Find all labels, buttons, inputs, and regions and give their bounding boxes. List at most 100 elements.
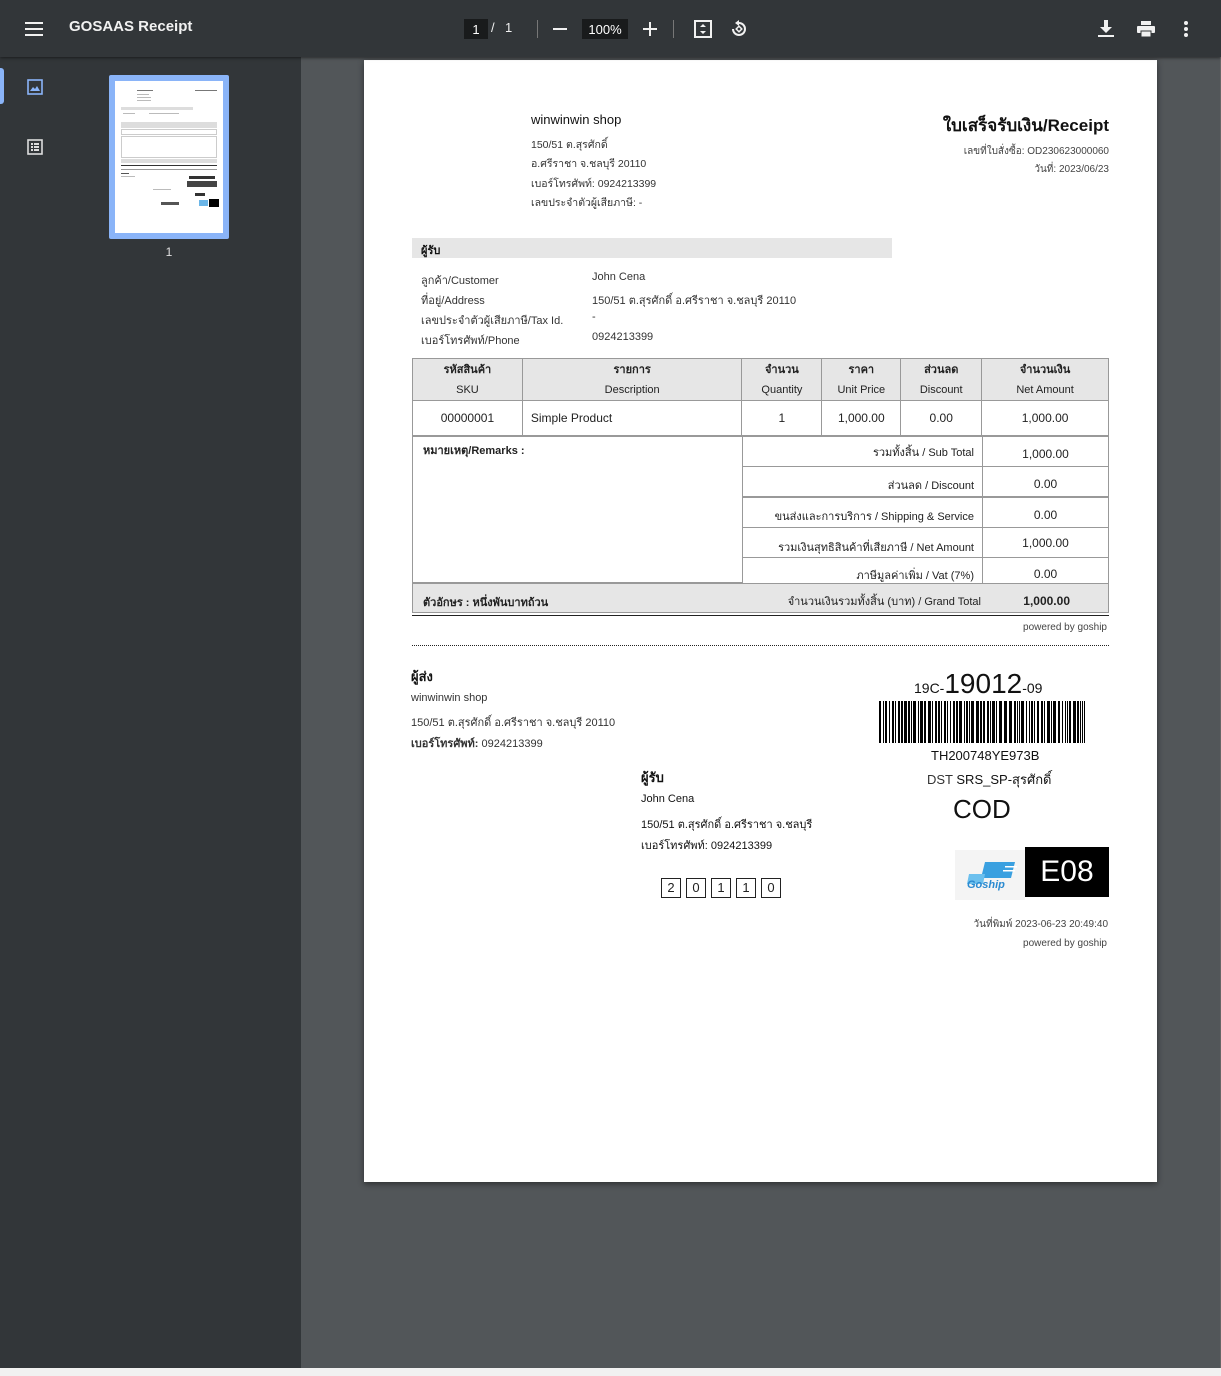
barcode-bar	[1062, 701, 1063, 743]
column-header: จำนวน Quantity	[741, 358, 823, 401]
address-label: ที่อยู่/Address	[421, 295, 485, 307]
recipient-address: 150/51 ต.สุรศักดิ์ อ.ศรีราชา จ.ชลบุรี	[641, 819, 813, 831]
divider	[412, 615, 1109, 616]
barcode-bar	[992, 701, 995, 743]
barcode-bar	[932, 701, 933, 743]
barcode-bar	[956, 701, 958, 743]
barcode-bar	[924, 701, 926, 743]
toolbar-divider	[537, 20, 538, 38]
barcode-bar	[913, 701, 916, 743]
thumbnail-sidebar: 1	[0, 57, 301, 1368]
address-value: 150/51 ต.สุรศักดิ์ อ.ศรีราชา จ.ชลบุรี 20…	[592, 295, 797, 307]
recipient-phone: เบอร์โทรศัพท์: 0924213399	[641, 840, 773, 852]
powered-by: powered by goship	[1023, 938, 1107, 949]
vat-row: ภาษีมูลค่าเพิ่ม / Vat (7%) 0.00	[742, 557, 1109, 584]
remarks-label: หมายเหตุ/Remarks :	[412, 436, 743, 583]
barcode-bar	[1014, 701, 1016, 743]
barcode-bar	[901, 701, 903, 743]
unit-price-cell: 1,000.00	[821, 400, 902, 436]
barcode-bar	[1021, 701, 1024, 743]
grand-total-label: จำนวนเงินรวมทั้งสิ้น (บาท) / Grand Total	[787, 596, 981, 608]
barcode-bar	[966, 701, 968, 743]
shop-name: winwinwin shop	[531, 112, 622, 127]
thumbnail-preview	[115, 81, 223, 233]
column-header: ราคา Unit Price	[821, 358, 902, 401]
zip-digit: 1	[711, 878, 731, 898]
barcode-bar	[971, 701, 974, 743]
description-cell: Simple Product	[521, 400, 743, 436]
barcode-bar	[1004, 701, 1007, 743]
barcode-bar	[895, 701, 896, 743]
barcode-bar	[918, 701, 919, 743]
document-viewer[interactable]: winwinwin shop 150/51 ต.สุรศักดิ์ อ.ศรีร…	[301, 57, 1220, 1368]
barcode-bar	[950, 701, 951, 743]
print-button[interactable]	[1134, 17, 1158, 41]
barcode-bar	[889, 701, 890, 743]
net-amount-row: รวมเงินสุทธิสินค้าที่เสียภาษี / Net Amou…	[742, 527, 1109, 558]
menu-icon	[25, 22, 43, 36]
barcode	[879, 701, 1085, 743]
cod-label: COD	[953, 794, 1011, 824]
download-button[interactable]	[1094, 17, 1118, 41]
barcode-bar	[944, 701, 946, 743]
barcode-bar	[941, 701, 942, 743]
sku-cell: 00000001	[412, 400, 523, 436]
barcode-bar	[976, 701, 979, 743]
recipient-heading: ผู้รับ	[641, 770, 664, 785]
minus-icon	[553, 28, 567, 30]
barcode-bar	[935, 701, 937, 743]
net-amount-cell: 1,000.00	[981, 400, 1109, 436]
receipt-title: ใบเสร็จรับเงิน/Receipt	[942, 116, 1109, 135]
rotate-button[interactable]	[727, 17, 751, 41]
barcode-bar	[1044, 701, 1045, 743]
zip-digit: 0	[686, 878, 706, 898]
barcode-bar	[885, 701, 887, 743]
outline-tab[interactable]	[23, 135, 47, 159]
barcode-bar	[911, 701, 912, 743]
thumbnails-tab[interactable]	[23, 75, 47, 99]
page-thumbnail[interactable]	[109, 75, 229, 239]
rotate-icon	[732, 20, 746, 36]
destination: DST SRS_SP-สุรศักดิ์	[927, 772, 1052, 787]
barcode-bar	[928, 701, 931, 743]
customer-label: ลูกค้า/Customer	[421, 275, 499, 287]
tax-id-value: -	[592, 311, 596, 323]
barcode-bar	[947, 701, 948, 743]
barcode-bar	[953, 701, 955, 743]
barcode-bar	[1080, 701, 1081, 743]
barcode-bar	[980, 701, 982, 743]
sender-phone: เบอร์โทรศัพท์: 0924213399	[411, 738, 543, 750]
grand-total-row: ตัวอักษร : หนึ่งพันบาทถ้วน จำนวนเงินรวมท…	[412, 583, 1109, 613]
barcode-bar	[883, 701, 884, 743]
recipient-name: John Cena	[641, 793, 695, 805]
fit-page-button[interactable]	[691, 17, 715, 41]
barcode-bar	[1034, 701, 1035, 743]
sender-heading: ผู้ส่ง	[411, 669, 433, 684]
barcode-bar	[1067, 701, 1068, 743]
more-options-button[interactable]	[1174, 17, 1198, 41]
barcode-bar	[959, 701, 962, 743]
zoom-in-button[interactable]	[638, 17, 662, 41]
more-vert-icon	[1184, 21, 1188, 37]
pdf-toolbar: GOSAAS Receipt 1 / 1 100%	[0, 0, 1221, 57]
barcode-bar	[1037, 701, 1039, 743]
amount-in-words: ตัวอักษร : หนึ่งพันบาทถ้วน	[423, 597, 549, 609]
barcode-bar	[1017, 701, 1018, 743]
toolbar-divider	[673, 20, 674, 38]
zoom-input[interactable]: 100%	[582, 19, 628, 39]
barcode-bar	[938, 701, 940, 743]
barcode-bar	[1073, 701, 1076, 743]
zoom-out-button[interactable]	[548, 18, 572, 40]
quantity-cell: 1	[741, 400, 823, 436]
menu-button[interactable]	[20, 16, 48, 42]
items-table: รหัสสินค้า SKU รายการ Description จำนวน Qua…	[412, 358, 1109, 436]
page-number-input[interactable]: 1	[464, 19, 488, 39]
phone-label: เบอร์โทรศัพท์/Phone	[421, 335, 520, 347]
barcode-bar	[1031, 701, 1033, 743]
column-header: รายการ Description	[521, 358, 743, 401]
barcode-bar	[1019, 701, 1020, 743]
sender-name: winwinwin shop	[411, 692, 488, 704]
barcode-bar	[1009, 701, 1012, 743]
goship-logo: Goship	[955, 850, 1025, 900]
barcode-bar	[898, 701, 900, 743]
